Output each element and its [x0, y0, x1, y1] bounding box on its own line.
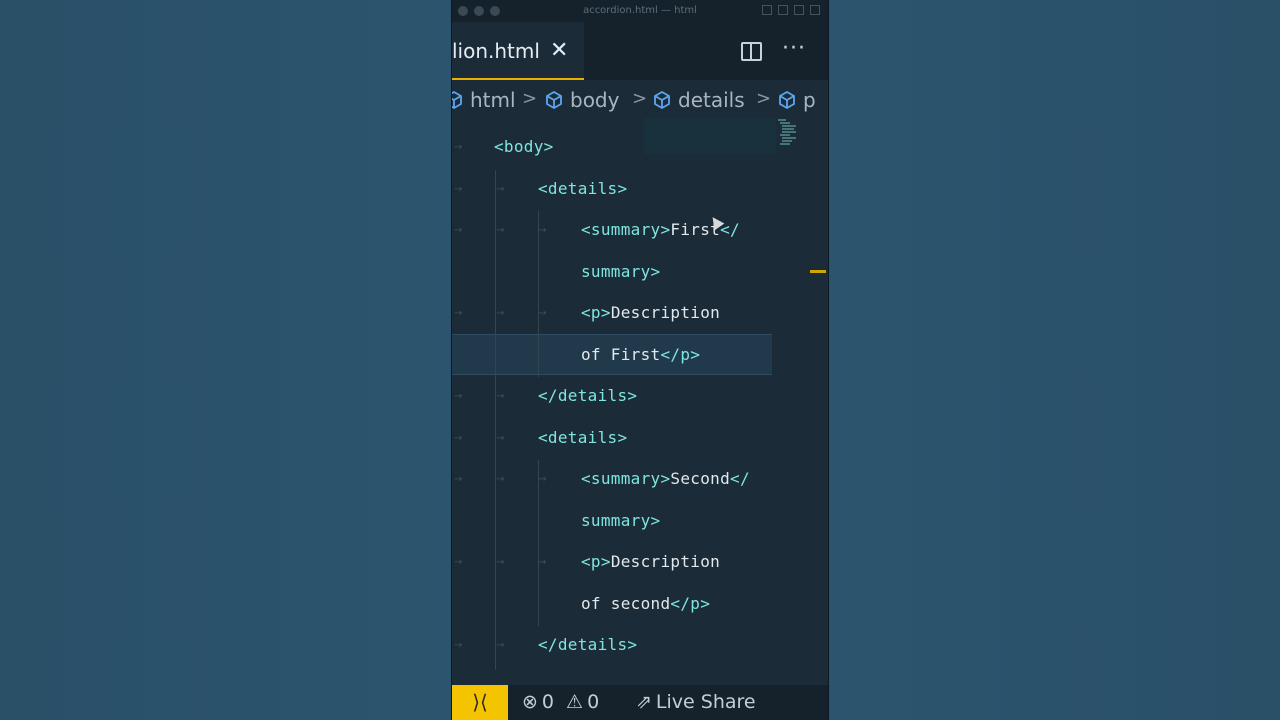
code-token: </details> — [538, 386, 638, 405]
code-token: </p> — [660, 345, 701, 364]
code-text: of First — [581, 345, 661, 364]
code-text: Second — [670, 469, 731, 488]
code-token: </details> — [538, 635, 638, 654]
code-token: summary> — [581, 262, 661, 281]
tab-label: lion.html — [452, 39, 540, 63]
code-token: <body> — [494, 137, 554, 156]
more-actions-icon[interactable]: ··· — [782, 36, 806, 61]
status-bar: ⟩⟨ ⊗ 0 ⚠ 0 ⇗ Live Share — [452, 685, 828, 720]
split-editor-icon[interactable] — [741, 42, 762, 61]
breadcrumb-item-html[interactable]: html — [452, 88, 516, 112]
code-token: <details> — [538, 179, 628, 198]
chevron-right-icon: > — [522, 88, 538, 109]
code-token: <p> — [581, 303, 611, 322]
layout-controls — [762, 5, 820, 15]
code-editor[interactable]: → <body> → → <details> → → → <summary>First… — [452, 118, 828, 685]
element-icon — [654, 90, 670, 110]
code-text: Description — [610, 552, 721, 571]
warning-icon: ⚠ — [566, 691, 584, 713]
breadcrumb-label: details — [678, 88, 745, 112]
error-icon: ⊗ — [522, 691, 538, 713]
code-token: summary> — [581, 511, 661, 530]
code-token: <details> — [538, 428, 628, 447]
code-line: → → <details> — [454, 179, 628, 198]
chevron-right-icon: > — [756, 88, 772, 109]
code-text: of second — [581, 594, 671, 613]
remote-indicator-icon[interactable]: ⟩⟨ — [452, 685, 508, 720]
warning-count: 0 — [587, 691, 600, 713]
code-text: Description — [610, 303, 721, 322]
editor-window: accordion.html — html lion.html ✕ ··· ht… — [452, 0, 828, 720]
code-token: <summary> — [581, 469, 671, 488]
code-line: → → → <p>Description — [454, 303, 721, 322]
breadcrumb: html > body > details > p — [452, 80, 828, 118]
code-line: → <body> — [454, 137, 554, 156]
close-icon[interactable]: ✕ — [550, 38, 568, 63]
element-icon — [779, 90, 795, 110]
breadcrumb-item-body[interactable]: body — [544, 88, 619, 112]
code-token: <summary> — [581, 220, 671, 239]
problems-indicator[interactable]: ⊗ 0 ⚠ 0 — [522, 691, 599, 713]
element-icon — [546, 90, 562, 110]
code-token: <p> — [581, 552, 611, 571]
code-line: → → → <p>Description — [454, 552, 721, 571]
code-line: → → → <summary>Second</ — [454, 469, 750, 488]
live-share-icon: ⇗ — [636, 691, 652, 713]
live-share-label: Live Share — [655, 691, 756, 713]
code-token: </ — [730, 469, 750, 488]
breadcrumb-label: body — [570, 88, 620, 112]
live-share-button[interactable]: ⇗ Live Share — [636, 691, 756, 713]
tab-accordion-html[interactable]: lion.html ✕ — [452, 22, 584, 80]
code-line: → → </details> — [454, 386, 638, 405]
code-line: → → <details> — [454, 428, 628, 447]
code-line: of First</p> — [452, 334, 828, 375]
element-icon — [452, 90, 462, 110]
title-bar: accordion.html — html — [452, 0, 828, 22]
breadcrumb-label: p — [803, 88, 816, 112]
toggle-sidebar-icon[interactable] — [762, 5, 772, 15]
code-line: → → </details> — [454, 635, 638, 654]
code-line: → → → <summary>First</ — [454, 220, 740, 239]
error-count: 0 — [541, 691, 555, 713]
customize-layout-icon[interactable] — [810, 5, 820, 15]
toggle-secondary-sidebar-icon[interactable] — [794, 5, 804, 15]
breadcrumb-item-p[interactable]: p — [777, 88, 816, 112]
tab-bar: lion.html ✕ ··· — [452, 22, 828, 80]
code-line: of second</p> — [452, 583, 828, 624]
chevron-right-icon: > — [632, 88, 648, 109]
toggle-panel-icon[interactable] — [778, 5, 788, 15]
code-line: summary> — [452, 251, 828, 292]
breadcrumb-item-details[interactable]: details — [652, 88, 745, 112]
code-line: summary> — [452, 500, 828, 541]
code-token: </p> — [670, 594, 711, 613]
breadcrumb-label: html — [470, 88, 516, 112]
